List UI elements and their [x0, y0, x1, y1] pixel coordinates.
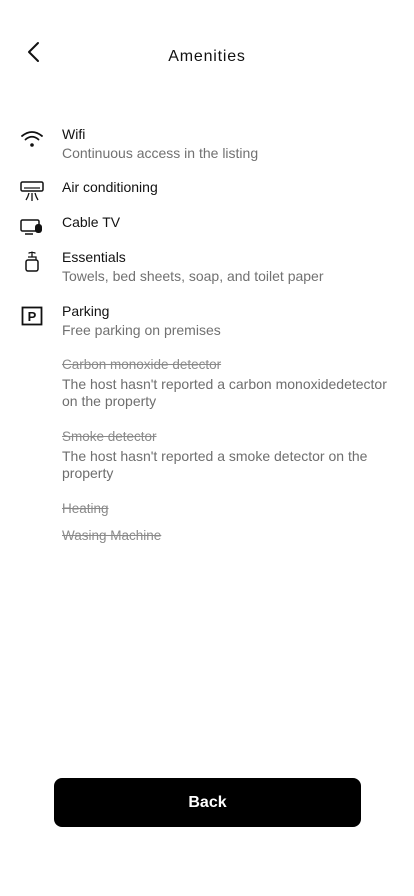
amenity-label: Air conditioning	[62, 179, 158, 195]
soap-icon	[20, 250, 44, 274]
header: Amenities	[0, 0, 414, 100]
amenity-label: Cable TV	[62, 214, 121, 230]
amenity-label: Wifi	[62, 126, 86, 142]
parking-icon: P	[20, 304, 44, 328]
back-button[interactable]: Back	[54, 778, 361, 827]
amenity-label: Heating	[62, 501, 109, 516]
air-conditioning-icon	[20, 180, 44, 204]
amenity-description: Continuous access in the listing	[62, 145, 259, 161]
amenity-label: Smoke detector	[62, 429, 157, 444]
amenity-label: Parking	[62, 303, 110, 319]
amenity-label: Wasing Machine	[62, 528, 162, 543]
amenity-description: Towels, bed sheets, soap, and toilet pap…	[62, 268, 324, 284]
amenity-description: The host hasn't reported a carbon monoxi…	[62, 376, 387, 409]
svg-text:P: P	[28, 309, 37, 324]
amenity-description: Free parking on premises	[62, 322, 221, 338]
wifi-icon	[20, 127, 44, 151]
amenity-label: Carbon monoxide detector	[62, 357, 222, 372]
amenity-description: The host hasn't reported a smoke detecto…	[62, 448, 368, 481]
tv-icon	[20, 215, 44, 239]
amenity-label: Essentials	[62, 249, 126, 265]
page-title: Amenities	[168, 48, 246, 65]
